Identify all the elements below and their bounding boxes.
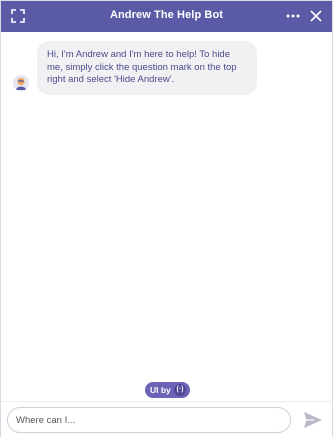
send-icon[interactable] — [303, 411, 323, 429]
branding-label: UI by — [150, 385, 171, 395]
message-list: Hi, I'm Andrew and I'm here to help! To … — [1, 32, 332, 377]
chat-title: Andrew The Help Bot — [109, 9, 224, 21]
chat-header: Andrew The Help Bot — [1, 1, 332, 32]
bot-avatar-icon — [13, 75, 29, 91]
branding-badge[interactable]: UI by (·) — [145, 382, 190, 398]
more-horizontal-icon[interactable] — [285, 9, 301, 23]
bot-message: Hi, I'm Andrew and I'm here to help! To … — [37, 41, 257, 95]
composer — [1, 401, 332, 437]
chat-window: Andrew The Help Bot Hi, I'm Andrew and I… — [0, 0, 333, 437]
message-input[interactable] — [7, 407, 291, 433]
close-icon[interactable] — [309, 9, 323, 23]
branding-logo-icon: (·) — [174, 384, 186, 396]
